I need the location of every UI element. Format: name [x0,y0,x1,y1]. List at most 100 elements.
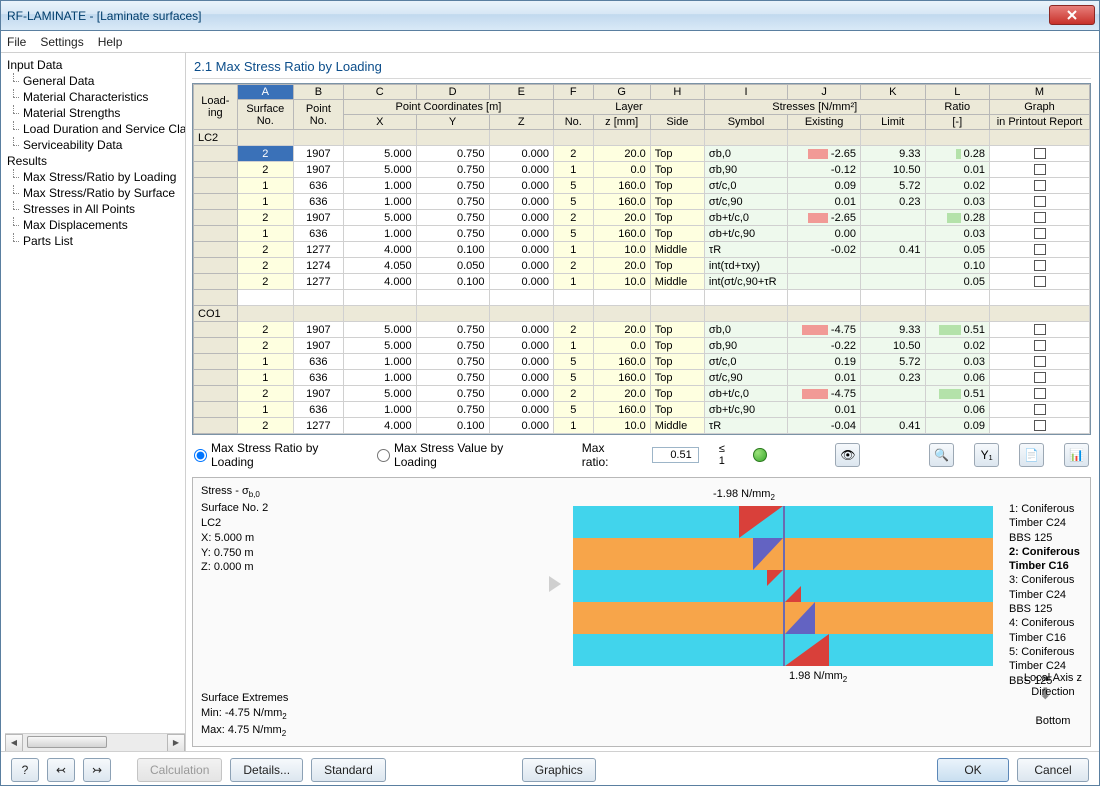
standard-button[interactable]: Standard [311,758,386,782]
graph-checkbox[interactable] [1034,420,1046,431]
table-row[interactable]: 219075.0000.7500.000220.0Topσb+t/c,0 -4.… [194,386,1090,402]
tool-icon-3[interactable]: 📄 [1019,443,1044,467]
col-e[interactable]: E [489,85,554,100]
tree-header-input[interactable]: Input Data [5,57,185,73]
table-row[interactable]: 16361.0000.7500.0005160.0Topσt/c,90 0.01… [194,370,1090,386]
header-coords[interactable]: Point Coordinates [m] [343,100,553,115]
radio-max-value[interactable]: Max Stress Value by Loading [377,441,542,469]
tree-header-results[interactable]: Results [5,153,185,169]
radio-max-ratio[interactable]: Max Stress Ratio by Loading [194,441,357,469]
tree-serviceability[interactable]: Serviceability Data [5,137,185,153]
results-table[interactable]: Load- ing A B C D E F G H I J K [192,83,1091,435]
col-a[interactable]: A [237,85,293,100]
graph-checkbox[interactable] [1034,244,1046,255]
table-row[interactable]: 212774.0000.1000.000110.0MiddleτR -0.040… [194,418,1090,434]
graph-checkbox[interactable] [1034,164,1046,175]
scroll-right-icon[interactable]: ▶ [167,734,185,752]
header-layer[interactable]: Layer [554,100,705,115]
header-ratio-unit[interactable]: [-] [925,115,990,130]
col-k[interactable]: K [861,85,926,100]
tree-stresses-all-points[interactable]: Stresses in All Points [5,201,185,217]
tree-parts-list[interactable]: Parts List [5,233,185,249]
titlebar[interactable]: RF-LAMINATE - [Laminate surfaces] [1,1,1099,31]
table-row[interactable]: 16361.0000.7500.0005160.0Topσt/c,90 0.01… [194,194,1090,210]
menu-settings[interactable]: Settings [40,35,83,49]
cancel-button[interactable]: Cancel [1017,758,1089,782]
calculation-button[interactable]: Calculation [137,758,222,782]
col-i[interactable]: I [704,85,787,100]
table-row[interactable]: 16361.0000.7500.0005160.0Topσb+t/c,90 0.… [194,226,1090,242]
help-button[interactable]: ? [11,758,39,782]
col-m[interactable]: M [990,85,1090,100]
header-ratio[interactable]: Ratio [925,100,990,115]
header-surface[interactable]: Surface No. [237,100,293,130]
table-row[interactable]: 212774.0000.1000.000110.0MiddleτR -0.020… [194,242,1090,258]
col-b[interactable]: B [293,85,343,100]
details-button[interactable]: Details... [230,758,303,782]
scroll-track[interactable] [23,734,167,752]
tree-general-data[interactable]: General Data [5,73,185,89]
close-button[interactable] [1049,5,1095,25]
table-row[interactable]: 16361.0000.7500.0005160.0Topσt/c,0 0.195… [194,354,1090,370]
tree-scrollbar[interactable]: ◀ ▶ [5,733,185,751]
eye-icon-button[interactable]: 👁 [835,443,860,467]
header-graph[interactable]: Graph [990,100,1090,115]
prev-button[interactable]: ↢ [47,758,75,782]
col-h[interactable]: H [650,85,704,100]
graph-checkbox[interactable] [1034,212,1046,223]
table-row[interactable]: 16361.0000.7500.0005160.0Topσt/c,0 0.095… [194,178,1090,194]
group-header[interactable]: LC2 [194,130,1090,146]
header-point[interactable]: Point No. [293,100,343,130]
graph-checkbox[interactable] [1034,276,1046,287]
header-z[interactable]: Z [489,115,554,130]
header-zmm[interactable]: z [mm] [593,115,650,130]
scroll-thumb[interactable] [27,736,107,748]
table-row[interactable]: 16361.0000.7500.0005160.0Topσb+t/c,90 0.… [194,402,1090,418]
table-row[interactable]: 219075.0000.7500.00010.0Topσb,90 -0.1210… [194,162,1090,178]
tree-material-strengths[interactable]: Material Strengths [5,105,185,121]
tree-load-duration[interactable]: Load Duration and Service Clas [5,121,185,137]
header-stresses[interactable]: Stresses [N/mm²] [704,100,925,115]
table-row[interactable]: 212744.0500.0500.000220.0Topint(τd+τxy) … [194,258,1090,274]
graph-checkbox[interactable] [1034,404,1046,415]
graph-checkbox[interactable] [1034,356,1046,367]
table-row[interactable]: 219075.0000.7500.000220.0Topσb,0 -4.759.… [194,322,1090,338]
table-row[interactable]: 212774.0000.1000.000110.0Middleint(σt/c,… [194,274,1090,290]
graphics-button[interactable]: Graphics [522,758,596,782]
tool-icon-2[interactable]: Y₁ [974,443,999,467]
col-g[interactable]: G [593,85,650,100]
header-y[interactable]: Y [416,115,489,130]
graph-checkbox[interactable] [1034,340,1046,351]
graph-checkbox[interactable] [1034,148,1046,159]
graph-checkbox[interactable] [1034,324,1046,335]
scroll-left-icon[interactable]: ◀ [5,734,23,752]
graph-checkbox[interactable] [1034,196,1046,207]
menu-help[interactable]: Help [98,35,123,49]
header-x[interactable]: X [343,115,416,130]
tree-max-stress-surface[interactable]: Max Stress/Ratio by Surface [5,185,185,201]
tool-icon-1[interactable]: 🔍 [929,443,954,467]
tool-icon-4[interactable]: 📊 [1064,443,1089,467]
col-d[interactable]: D [416,85,489,100]
table-row[interactable]: 219075.0000.7500.000220.0Topσb+t/c,0 -2.… [194,210,1090,226]
ok-button[interactable]: OK [937,758,1009,782]
col-j[interactable]: J [788,85,861,100]
header-symbol[interactable]: Symbol [704,115,787,130]
header-graph-sub[interactable]: in Printout Report [990,115,1090,130]
group-header[interactable]: CO1 [194,306,1090,322]
graph-checkbox[interactable] [1034,260,1046,271]
col-l[interactable]: L [925,85,990,100]
tree-max-stress-loading[interactable]: Max Stress/Ratio by Loading [5,169,185,185]
header-side[interactable]: Side [650,115,704,130]
tree-material-characteristics[interactable]: Material Characteristics [5,89,185,105]
next-button[interactable]: ↣ [83,758,111,782]
col-f[interactable]: F [554,85,594,100]
graph-checkbox[interactable] [1034,372,1046,383]
tree-max-displacements[interactable]: Max Displacements [5,217,185,233]
graph-checkbox[interactable] [1034,228,1046,239]
graph-checkbox[interactable] [1034,388,1046,399]
col-c[interactable]: C [343,85,416,100]
table-row[interactable]: 219075.0000.7500.00010.0Topσb,90 -0.2210… [194,338,1090,354]
header-lno[interactable]: No. [554,115,594,130]
graph-checkbox[interactable] [1034,180,1046,191]
